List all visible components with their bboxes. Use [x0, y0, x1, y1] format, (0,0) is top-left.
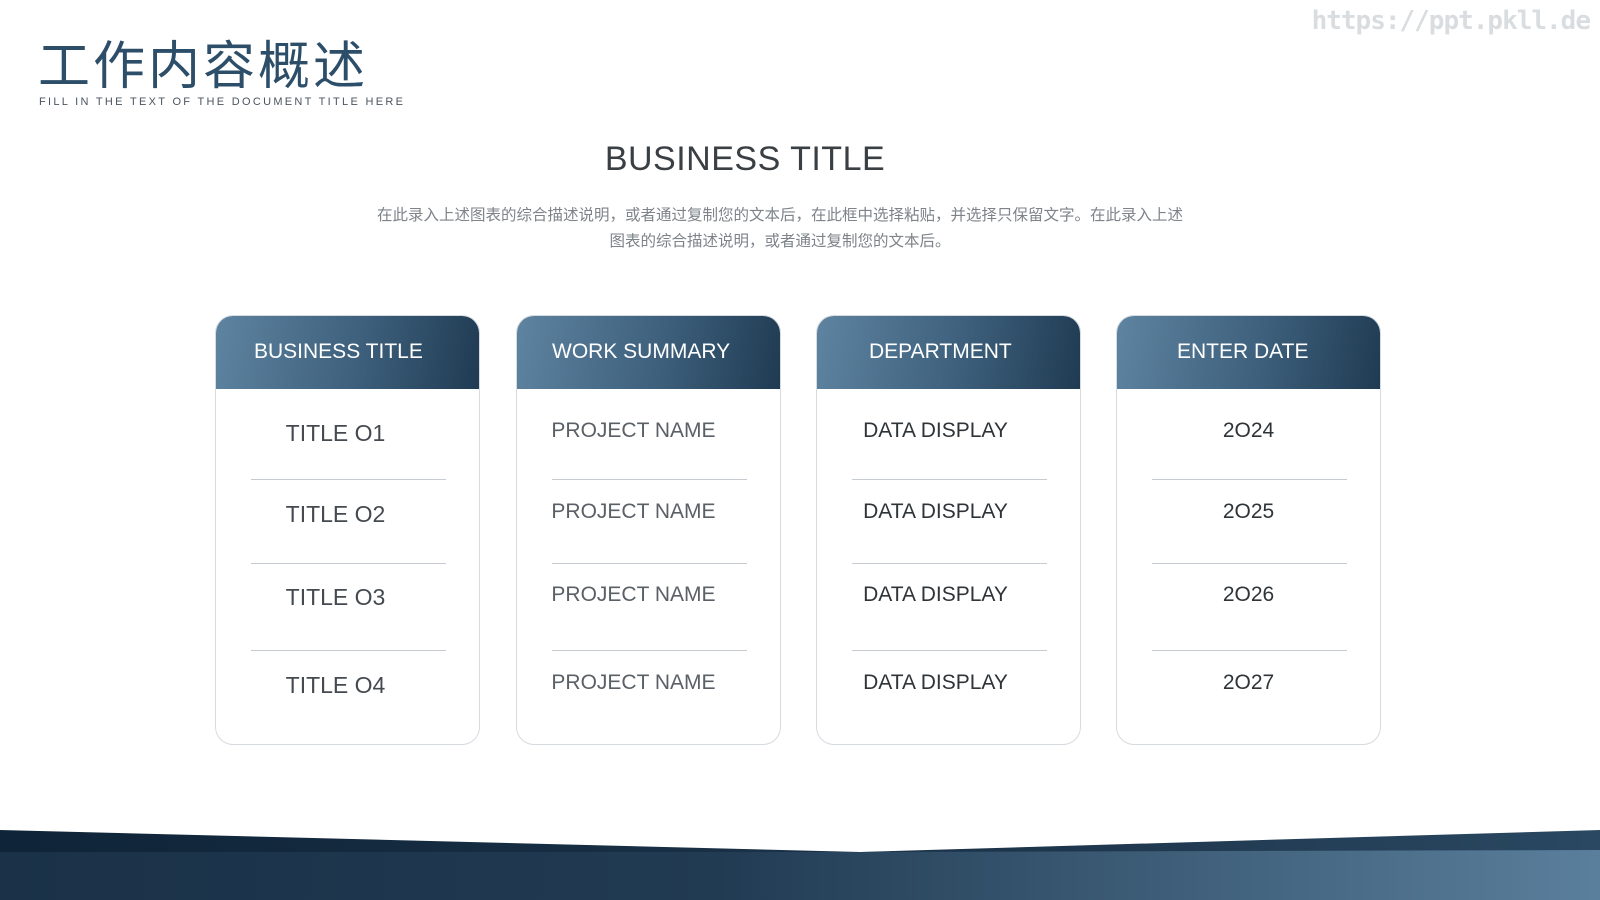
card-row: 2O27: [1222, 671, 1275, 694]
card-row: DATA DISPLAY: [863, 419, 1008, 442]
card-business-title: BUSINESS TITLE TITLE O1 TITLE O2 TITLE O…: [215, 315, 480, 745]
card-header: BUSINESS TITLE: [216, 316, 479, 389]
card-row: TITLE O1: [285, 420, 386, 446]
card-row: PROJECT NAME: [551, 419, 716, 442]
card-header: WORK SUMMARY: [517, 316, 780, 389]
page-title: 工作内容概述: [38, 37, 369, 97]
card-header: ENTER DATE: [1117, 316, 1380, 389]
row-divider: [552, 479, 747, 480]
row-divider: [1152, 650, 1347, 651]
card-row: 2O24: [1222, 419, 1275, 442]
card-enter-date: ENTER DATE 2O24 2O25 2O26 2O27: [1116, 315, 1381, 745]
row-divider: [251, 563, 446, 564]
row-divider: [852, 479, 1047, 480]
slide: 工作内容概述 FILL IN THE TEXT OF THE DOCUMENT …: [0, 0, 1600, 900]
card-row: 2O25: [1222, 500, 1275, 523]
row-divider: [251, 650, 446, 651]
card-work-summary: WORK SUMMARY PROJECT NAME PROJECT NAME P…: [516, 315, 781, 745]
row-divider: [852, 650, 1047, 651]
card-department: DEPARTMENT DATA DISPLAY DATA DISPLAY DAT…: [816, 315, 1081, 745]
card-row: TITLE O4: [285, 672, 386, 698]
card-header: DEPARTMENT: [817, 316, 1080, 389]
section-description: 在此录入上述图表的综合描述说明，或者通过复制您的文本后，在此框中选择粘贴，并选择…: [376, 206, 1183, 250]
row-divider: [1152, 563, 1347, 564]
card-row: PROJECT NAME: [551, 671, 716, 694]
watermark-text: https://ppt.pkll.de: [1311, 6, 1591, 36]
card-row: PROJECT NAME: [551, 500, 716, 523]
section-title: BUSINESS TITLE: [604, 140, 886, 178]
page-subtitle: FILL IN THE TEXT OF THE DOCUMENT TITLE H…: [39, 96, 406, 108]
card-row: PROJECT NAME: [551, 583, 716, 606]
card-row: DATA DISPLAY: [863, 583, 1008, 606]
bottom-decorative-band: [0, 830, 1600, 900]
card-row: TITLE O2: [285, 501, 386, 527]
row-divider: [251, 479, 446, 480]
card-row: DATA DISPLAY: [863, 671, 1008, 694]
card-row: DATA DISPLAY: [863, 500, 1008, 523]
card-row: 2O26: [1222, 583, 1275, 606]
row-divider: [1152, 479, 1347, 480]
card-row: TITLE O3: [285, 584, 386, 610]
row-divider: [852, 563, 1047, 564]
row-divider: [552, 650, 747, 651]
row-divider: [552, 563, 747, 564]
